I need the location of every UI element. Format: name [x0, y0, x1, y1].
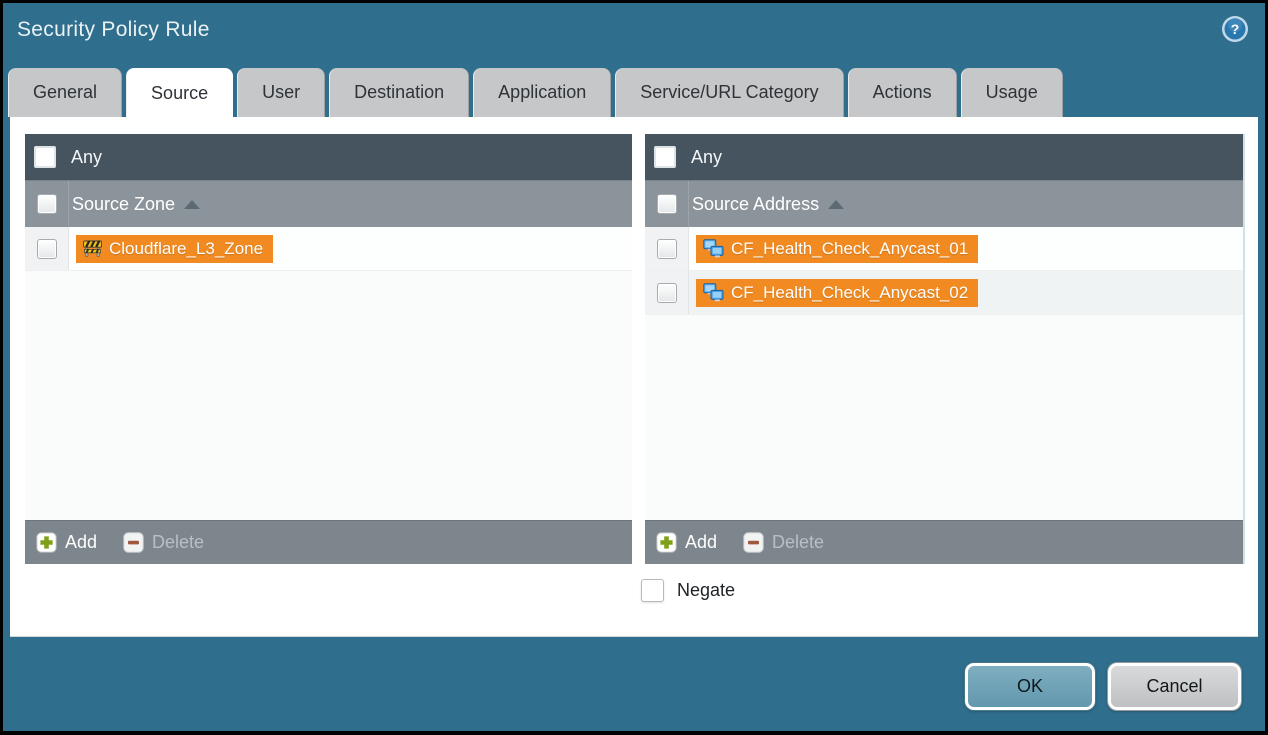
tab-actions[interactable]: Actions: [848, 68, 957, 117]
zone-add-label: Add: [65, 532, 97, 553]
zone-select-all-cell: [25, 181, 69, 227]
zone-column-header-label: Source Zone: [72, 194, 175, 215]
address-delete-label: Delete: [772, 532, 824, 553]
address-column-header-row: Source Address: [645, 180, 1243, 227]
tab-actions-label: Actions: [873, 82, 932, 103]
negate-label: Negate: [677, 580, 735, 601]
negate-row: Negate: [641, 579, 735, 602]
source-address-panel: Any Source Address: [645, 134, 1245, 564]
security-policy-rule-dialog: Security Policy Rule ? General Source Us…: [0, 0, 1268, 735]
tab-bar: General Source User Destination Applicat…: [8, 68, 1260, 117]
tab-destination[interactable]: Destination: [329, 68, 469, 117]
help-icon[interactable]: ?: [1221, 15, 1249, 43]
tab-destination-label: Destination: [354, 82, 444, 103]
title-bar: Security Policy Rule ?: [3, 3, 1265, 65]
address-row-checkbox-cell: [645, 271, 689, 314]
tab-usage-label: Usage: [986, 82, 1038, 103]
address-list-item: CF_Health_Check_Anycast_02: [645, 271, 1243, 315]
zone-select-all-checkbox[interactable]: [37, 194, 57, 214]
address-row-checkbox[interactable]: [657, 239, 677, 259]
address-any-label: Any: [691, 147, 722, 168]
zone-column-header[interactable]: Source Zone: [72, 194, 200, 215]
address-object-chip[interactable]: CF_Health_Check_Anycast_02: [696, 279, 978, 307]
zone-add-button[interactable]: Add: [36, 532, 97, 553]
zone-row-checkbox[interactable]: [37, 239, 57, 259]
minus-icon: [123, 532, 144, 553]
zone-list-body: Cloudflare_L3_Zone: [25, 227, 632, 520]
zone-delete-label: Delete: [152, 532, 204, 553]
address-list-item: CF_Health_Check_Anycast_01: [645, 227, 1243, 271]
tab-general-label: General: [33, 82, 97, 103]
ok-button[interactable]: OK: [965, 663, 1095, 710]
sort-asc-icon: [184, 200, 200, 209]
address-list-body: CF_Health_Check_Anycast_01: [645, 227, 1243, 520]
address-panel-footer: Add Delete: [645, 520, 1243, 564]
source-zone-panel: Any Source Zone: [25, 134, 632, 564]
zone-icon: [83, 240, 102, 257]
tab-service-url-category-label: Service/URL Category: [640, 82, 818, 103]
tab-application[interactable]: Application: [473, 68, 611, 117]
address-add-button[interactable]: Add: [656, 532, 717, 553]
address-select-all-checkbox[interactable]: [657, 194, 677, 214]
sort-asc-icon: [828, 200, 844, 209]
address-object-label: CF_Health_Check_Anycast_02: [731, 283, 968, 303]
tab-usage[interactable]: Usage: [961, 68, 1063, 117]
tab-user-label: User: [262, 82, 300, 103]
tab-general[interactable]: General: [8, 68, 122, 117]
address-any-row: Any: [645, 134, 1243, 180]
zone-any-label: Any: [71, 147, 102, 168]
zone-object-label: Cloudflare_L3_Zone: [109, 239, 263, 259]
negate-checkbox[interactable]: [641, 579, 664, 602]
dialog-footer: OK Cancel: [3, 637, 1265, 731]
tab-user[interactable]: User: [237, 68, 325, 117]
zone-list-item: Cloudflare_L3_Zone: [25, 227, 632, 271]
address-column-header-label: Source Address: [692, 194, 819, 215]
cancel-button[interactable]: Cancel: [1108, 663, 1241, 710]
address-row-checkbox[interactable]: [657, 283, 677, 303]
address-column-header[interactable]: Source Address: [692, 194, 844, 215]
address-any-checkbox[interactable]: [654, 146, 676, 168]
address-add-label: Add: [685, 532, 717, 553]
address-object-label: CF_Health_Check_Anycast_01: [731, 239, 968, 259]
address-icon: [703, 283, 724, 302]
address-icon: [703, 239, 724, 258]
plus-icon: [656, 532, 677, 553]
plus-icon: [36, 532, 57, 553]
zone-panel-footer: Add Delete: [25, 520, 632, 564]
address-select-all-cell: [645, 181, 689, 227]
minus-icon: [743, 532, 764, 553]
zone-any-checkbox[interactable]: [34, 146, 56, 168]
zone-delete-button[interactable]: Delete: [123, 532, 204, 553]
zone-row-checkbox-cell: [25, 227, 69, 270]
zone-any-row: Any: [25, 134, 632, 180]
tab-source-label: Source: [151, 83, 208, 104]
tab-service-url-category[interactable]: Service/URL Category: [615, 68, 843, 117]
address-object-chip[interactable]: CF_Health_Check_Anycast_01: [696, 235, 978, 263]
dialog-surface: Security Policy Rule ? General Source Us…: [3, 3, 1265, 731]
tab-application-label: Application: [498, 82, 586, 103]
source-tab-content: Any Source Zone: [10, 117, 1258, 637]
zone-column-header-row: Source Zone: [25, 180, 632, 227]
dialog-title: Security Policy Rule: [17, 18, 210, 42]
address-delete-button[interactable]: Delete: [743, 532, 824, 553]
tab-source[interactable]: Source: [126, 68, 233, 119]
svg-text:?: ?: [1231, 21, 1240, 37]
address-row-checkbox-cell: [645, 227, 689, 270]
zone-object-chip[interactable]: Cloudflare_L3_Zone: [76, 235, 273, 263]
